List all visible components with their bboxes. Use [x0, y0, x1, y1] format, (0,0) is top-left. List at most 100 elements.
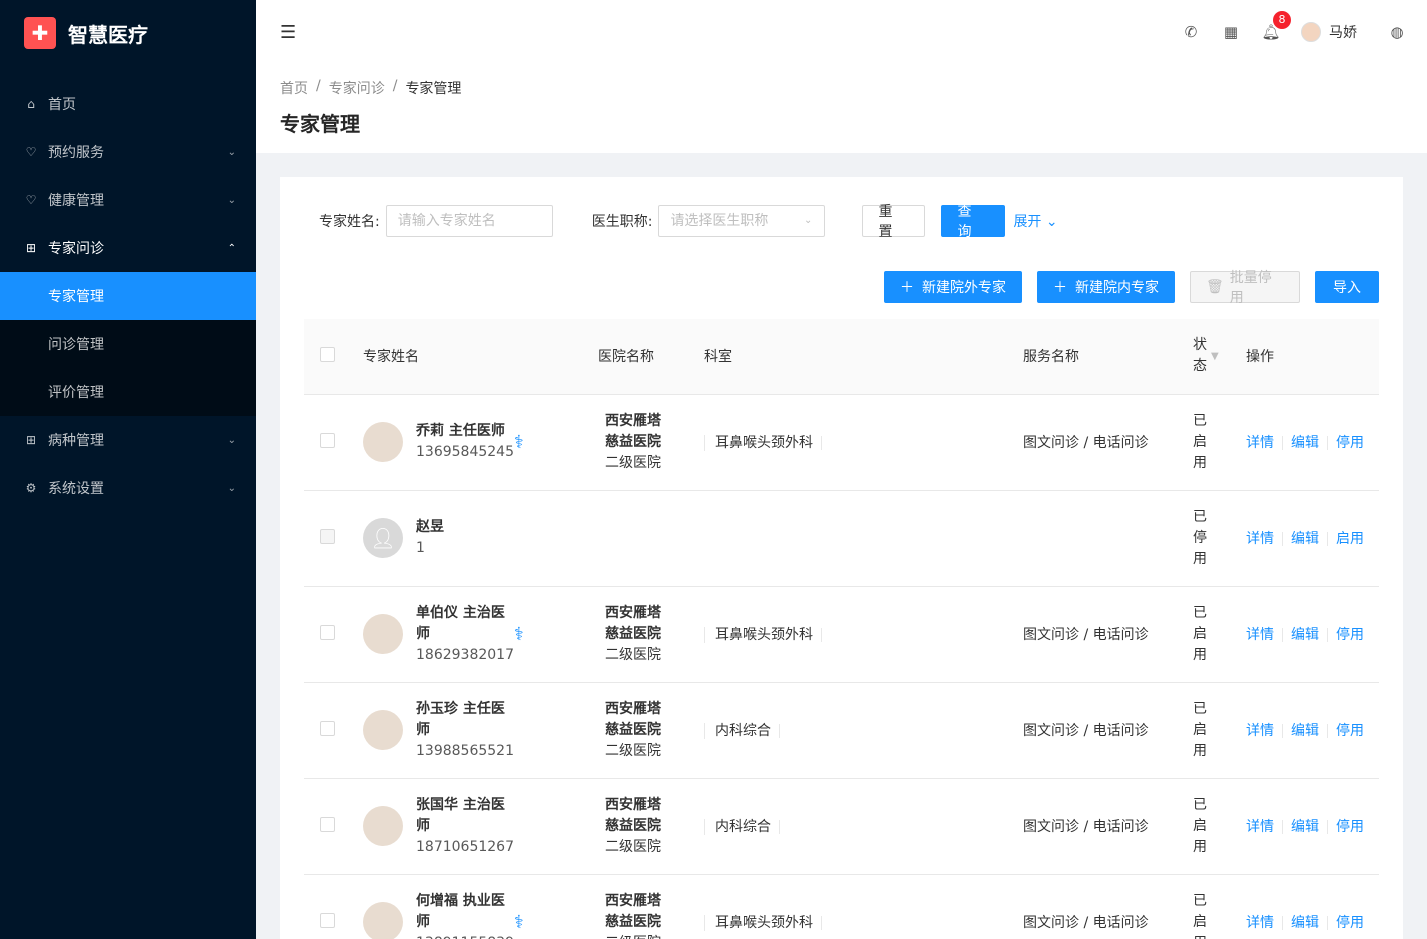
dept-cell: 内科综合	[704, 778, 1023, 875]
status-text: 已启用	[1193, 796, 1207, 855]
divider	[1282, 436, 1283, 450]
chevron-down-icon: ⌄	[227, 434, 236, 446]
checkbox-cell	[304, 586, 363, 683]
chevron-down-icon: ⌄	[1045, 214, 1058, 230]
home-icon: ⌂	[27, 97, 35, 111]
breadcrumb-current: 专家管理	[405, 81, 462, 97]
edit-link[interactable]: 编辑	[1291, 435, 1319, 451]
toggle-status-link[interactable]: 停用	[1336, 627, 1364, 643]
detail-link[interactable]: 详情	[1246, 819, 1274, 835]
toggle-status-link[interactable]: 停用	[1336, 915, 1364, 931]
row-checkbox[interactable]	[320, 816, 335, 832]
detail-link[interactable]: 详情	[1246, 531, 1274, 547]
expert-name-input[interactable]: 请输入专家姓名	[385, 205, 553, 237]
breadcrumb-home[interactable]: 首页	[280, 78, 308, 98]
query-button[interactable]: 查 询	[941, 204, 1006, 240]
divider	[1282, 820, 1283, 834]
divider	[821, 628, 822, 642]
edit-link[interactable]: 编辑	[1291, 915, 1319, 931]
divider	[1327, 628, 1328, 642]
dept-cell	[704, 490, 1023, 587]
sidebar-item-label: 问诊管理	[48, 337, 104, 353]
sidebar-subitem-consult-manage[interactable]: 问诊管理	[0, 320, 256, 368]
new-internal-expert-button[interactable]: ＋ 新建院内专家	[1037, 271, 1175, 303]
row-checkbox[interactable]	[320, 624, 335, 640]
toggle-status-link[interactable]: 停用	[1336, 819, 1364, 835]
hospital-name-line1: 西安雁塔	[605, 604, 661, 621]
toggle-status-link[interactable]: 停用	[1336, 435, 1364, 451]
select-all-checkbox[interactable]	[320, 346, 335, 362]
plus-icon: ＋	[1053, 280, 1067, 296]
col-hospital: 医院名称	[598, 319, 704, 395]
sidebar-item-disease[interactable]: ⊞ 病种管理 ⌄	[0, 416, 256, 464]
hospital-level: 二级医院	[605, 646, 661, 663]
hospital-info: 西安雁塔 慈益医院 二级医院	[598, 411, 668, 474]
heart-icon: ♡	[25, 145, 37, 159]
row-checkbox[interactable]	[320, 912, 335, 928]
status-cell: 已停用	[1193, 490, 1246, 587]
main-content: 专家姓名: 请输入专家姓名 医生职称: 请选择医生职称 ⌄ 重 置 查 询 展开…	[280, 177, 1403, 939]
new-external-expert-button[interactable]: ＋ 新建院外专家	[884, 271, 1022, 303]
doctor-title-select[interactable]: 请选择医生职称 ⌄	[658, 205, 826, 237]
row-checkbox[interactable]	[320, 432, 335, 448]
edit-link[interactable]: 编辑	[1291, 723, 1319, 739]
edit-link[interactable]: 编辑	[1291, 627, 1319, 643]
sidebar-item-label: 健康管理	[48, 193, 104, 209]
filter-bar: 专家姓名: 请输入专家姓名 医生职称: 请选择医生职称 ⌄ 重 置 查 询 展开…	[304, 204, 1379, 240]
sidebar-subitem-expert-manage[interactable]: 专家管理	[0, 272, 256, 320]
medical-box-icon: ⊞	[25, 241, 37, 255]
name-cell: 乔莉 主任医师 13695845245 ⚕	[363, 394, 598, 491]
dept-tag: 内科综合	[704, 819, 771, 835]
button-label: 新建院内专家	[1075, 280, 1159, 296]
breadcrumb-parent[interactable]: 专家问诊	[329, 78, 385, 98]
hospital-name-line2: 慈益医院	[605, 817, 661, 834]
divider	[1327, 820, 1328, 834]
detail-link[interactable]: 详情	[1246, 723, 1274, 739]
detail-link[interactable]: 详情	[1246, 627, 1274, 643]
dept-tag: 内科综合	[704, 723, 771, 739]
sidebar-item-label: 首页	[48, 97, 76, 113]
edit-link[interactable]: 编辑	[1291, 819, 1319, 835]
expand-link[interactable]: 展开 ⌄	[1013, 211, 1057, 231]
row-checkbox[interactable]	[320, 720, 335, 736]
phone-icon[interactable]: ✆	[1171, 23, 1211, 41]
service-cell: 图文问诊 / 电话问诊	[1023, 778, 1193, 875]
service-cell	[1023, 490, 1193, 587]
sidebar-item-settings[interactable]: ⚙ 系统设置 ⌄	[0, 464, 256, 512]
dept-cell: 耳鼻喉头颈外科	[704, 874, 1023, 939]
user-name: 马娇	[1329, 25, 1357, 41]
divider	[1282, 916, 1283, 930]
sidebar-item-appointment[interactable]: ♡ 预约服务 ⌄	[0, 128, 256, 176]
sidebar-item-home[interactable]: ⌂ 首页	[0, 80, 256, 128]
sidebar-item-label: 系统设置	[48, 481, 104, 497]
detail-link[interactable]: 详情	[1246, 915, 1274, 931]
sidebar-subitem-review-manage[interactable]: 评价管理	[0, 368, 256, 416]
import-button[interactable]: 导入	[1315, 271, 1379, 303]
sidebar-item-health[interactable]: ♡ 健康管理 ⌄	[0, 176, 256, 224]
filter-icon[interactable]: ▼	[1211, 351, 1219, 362]
button-label: 新建院外专家	[922, 280, 1006, 296]
doctor-avatar: 👤︎	[363, 518, 403, 558]
divider	[821, 916, 822, 930]
globe-icon[interactable]: ◍	[1377, 23, 1417, 41]
expand-label: 展开	[1013, 214, 1042, 230]
logo[interactable]: ✚ 智慧医疗	[0, 0, 256, 66]
bell-icon[interactable]: 🔔︎ 8	[1251, 11, 1291, 41]
reset-button[interactable]: 重 置	[862, 204, 926, 240]
page-title: 专家管理	[280, 112, 360, 136]
sidebar-item-consult[interactable]: ⊞ 专家问诊 ⌃	[0, 224, 256, 272]
edit-link[interactable]: 编辑	[1291, 531, 1319, 547]
doctor-phone: 13988565521	[416, 742, 514, 759]
apps-icon[interactable]: ▦	[1211, 23, 1251, 41]
toggle-status-link[interactable]: 启用	[1336, 531, 1364, 547]
user-menu[interactable]: 马娇	[1301, 22, 1377, 42]
medical-box-icon: ⊞	[25, 433, 37, 447]
hospital-cell	[598, 490, 704, 587]
logo-icon: ✚	[24, 17, 56, 49]
hospital-name-line1: 西安雁塔	[605, 892, 661, 909]
hospital-info: 西安雁塔 慈益医院 二级医院	[598, 891, 668, 939]
hospital-name-line2: 慈益医院	[605, 913, 661, 930]
menu-fold-icon[interactable]: ☰	[280, 22, 296, 43]
detail-link[interactable]: 详情	[1246, 435, 1274, 451]
toggle-status-link[interactable]: 停用	[1336, 723, 1364, 739]
